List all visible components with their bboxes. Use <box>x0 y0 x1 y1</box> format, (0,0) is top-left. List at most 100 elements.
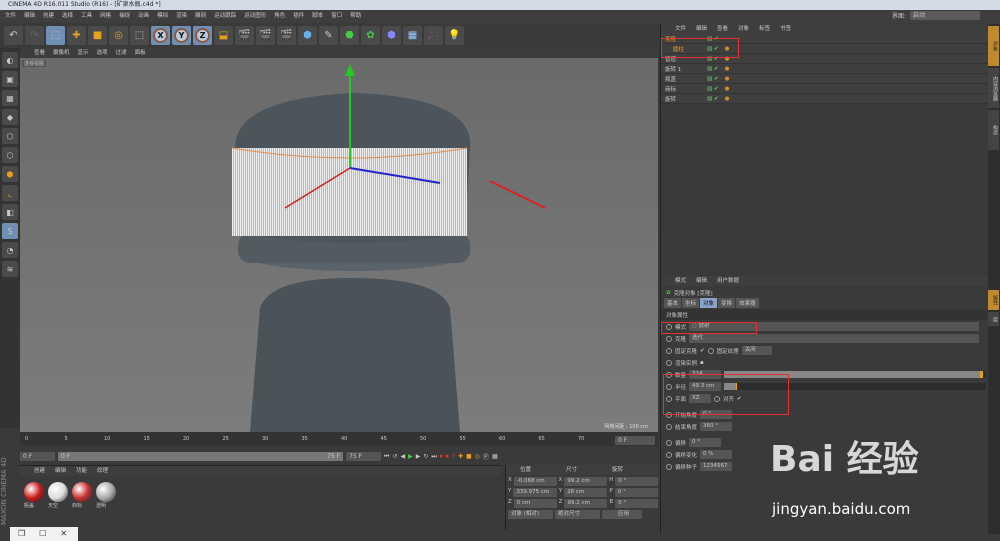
layout-selector[interactable]: 界面: 启动 <box>892 11 980 20</box>
undo-icon[interactable]: ↶ <box>4 26 23 45</box>
viewport-menu-item[interactable]: 面板 <box>135 48 146 58</box>
move-tool-icon[interactable]: ✚ <box>67 26 86 45</box>
coord-mode-dropdown[interactable]: 对象 (相对) <box>508 510 553 519</box>
material-tag-icon[interactable]: ● <box>725 66 730 72</box>
material-tag-icon[interactable]: ● <box>725 86 730 92</box>
render-view-icon[interactable]: 🎬 <box>235 26 254 45</box>
offset-var-input[interactable]: 0 % <box>700 450 733 459</box>
subdivision-icon[interactable]: ⬣ <box>340 26 359 45</box>
material-menu-item[interactable]: 功能 <box>76 466 87 476</box>
viewport-menu-item[interactable]: 查看 <box>34 48 45 58</box>
fix-texture-dropdown[interactable]: 关闭 <box>741 346 772 355</box>
y-axis-icon[interactable]: Y <box>172 26 191 45</box>
cube-icon[interactable]: ⬢ <box>298 26 317 45</box>
end-frame-field[interactable]: 75 F <box>346 452 381 461</box>
menu-item[interactable]: 网格 <box>100 10 111 23</box>
tweak-mode-icon[interactable]: ◧ <box>2 204 18 220</box>
material-swatch[interactable]: 瓶盖 <box>24 482 44 509</box>
coord-field[interactable]: 0 cm <box>513 499 557 508</box>
prev-key-icon[interactable]: ↺ <box>392 453 397 460</box>
material-swatch[interactable]: 透明 <box>96 482 116 509</box>
menu-item[interactable]: 动画 <box>138 10 149 23</box>
deformer-icon[interactable]: ⬢ <box>382 26 401 45</box>
object-name[interactable]: 瓶盖 <box>661 75 701 83</box>
maximize-icon[interactable]: ☐ <box>39 527 46 541</box>
anim-radio[interactable] <box>666 359 672 366</box>
polygons-mode-icon[interactable]: ⬢ <box>2 166 18 182</box>
record-icon[interactable]: ⏺ <box>440 453 443 461</box>
key-position-icon[interactable]: ✚ <box>458 453 463 460</box>
attributes-menu-item[interactable]: 模式 <box>675 276 686 286</box>
menu-item[interactable]: 创建 <box>43 10 54 23</box>
go-to-start-icon[interactable]: ⏮ <box>384 453 389 461</box>
menu-item[interactable]: 角色 <box>274 10 285 23</box>
side-tab-content-browser[interactable]: 内容浏览器 <box>988 68 999 108</box>
side-tab-layers[interactable]: 层 <box>988 312 999 326</box>
viewport-menu-item[interactable]: 过滤 <box>116 48 127 58</box>
coord-field[interactable]: 99.2 cm <box>564 499 608 508</box>
material-tag-icon[interactable]: ● <box>725 96 730 102</box>
side-tab-objects[interactable]: 对象 <box>988 26 999 66</box>
fix-clone-checkbox[interactable]: ✔ <box>700 348 705 354</box>
camera-icon[interactable]: 🎥 <box>424 26 443 45</box>
viewport[interactable]: 透视视图 网格间距 : 100 cm <box>20 58 658 432</box>
paint-icon[interactable]: ◔ <box>2 242 18 258</box>
side-tab-attributes[interactable]: 属性 <box>988 290 999 310</box>
visibility-check-icon[interactable]: ▨ ✔ <box>707 66 719 72</box>
anim-radio[interactable] <box>666 439 672 446</box>
coord-field[interactable]: 0 ° <box>615 499 659 508</box>
texture-mode-icon[interactable]: ▦ <box>2 90 18 106</box>
grid-icon[interactable]: ≋ <box>2 261 18 277</box>
apply-button[interactable]: 应用 <box>602 510 642 519</box>
select-tool-icon[interactable]: ⬚ <box>46 26 65 45</box>
snap-icon[interactable]: S <box>2 223 18 239</box>
model-mode-icon[interactable]: ▣ <box>2 71 18 87</box>
spline-pen-icon[interactable]: ✎ <box>319 26 338 45</box>
attribute-tab[interactable]: 效果器 <box>736 298 759 308</box>
outliner-row[interactable]: 旋转 ▨ ✔ ● <box>661 94 988 104</box>
outliner-row[interactable]: 商标 ▨ ✔ ● <box>661 84 988 94</box>
coord-field[interactable]: 99.2 cm <box>564 477 608 486</box>
viewport-menu-item[interactable]: 显示 <box>78 48 89 58</box>
mograph-icon[interactable]: ✿ <box>361 26 380 45</box>
render-settings-icon[interactable]: 🎬 <box>277 26 296 45</box>
recent-tool-icon[interactable]: ⬚ <box>130 26 149 45</box>
menu-item[interactable]: 雕刻 <box>195 10 206 23</box>
coordinate-system-icon[interactable]: ⬓ <box>214 26 233 45</box>
autokey-icon[interactable]: ⏺ <box>446 453 449 461</box>
outliner-menu-item[interactable]: 文件 <box>675 24 686 34</box>
anim-radio[interactable] <box>666 423 672 430</box>
visibility-check-icon[interactable]: ▨ ✔ <box>707 86 719 92</box>
outliner-row[interactable]: 旋转 1 ▨ ✔ ● <box>661 64 988 74</box>
edges-mode-icon[interactable]: ⬡ <box>2 147 18 163</box>
end-angle-input[interactable]: 360 ° <box>700 422 733 431</box>
layout-dropdown[interactable]: 启动 <box>910 11 980 20</box>
menu-item[interactable]: 捕捉 <box>119 10 130 23</box>
keyframe-selection-icon[interactable]: ? <box>452 453 455 460</box>
object-name[interactable]: 商标 <box>661 85 701 93</box>
attributes-menu-item[interactable]: 编辑 <box>696 276 707 286</box>
rotate-tool-icon[interactable]: ◎ <box>109 26 128 45</box>
outliner-menu-item[interactable]: 标签 <box>759 24 770 34</box>
attribute-tab[interactable]: 坐标 <box>682 298 700 308</box>
range-slider[interactable]: 0 F 75 F <box>58 452 343 461</box>
attribute-tab[interactable]: 变换 <box>718 298 736 308</box>
render-picture-viewer-icon[interactable]: 🎬 <box>256 26 275 45</box>
points-mode-icon[interactable]: ⬡ <box>2 128 18 144</box>
outliner-row[interactable]: 瓶盖 ▨ ✔ ● <box>661 74 988 84</box>
coord-field[interactable]: 0 ° <box>615 477 658 486</box>
play-icon[interactable]: ▶ <box>408 453 413 460</box>
offset-seed-input[interactable]: 1234567 <box>700 462 733 471</box>
outliner-menu-item[interactable]: 书签 <box>780 24 791 34</box>
coord-field[interactable]: 28 cm <box>564 488 608 497</box>
object-name[interactable]: 旋转 1 <box>661 65 701 73</box>
visibility-check-icon[interactable]: ▨ ✔ <box>707 76 719 82</box>
anim-radio[interactable] <box>666 451 672 458</box>
anim-radio[interactable] <box>666 463 672 470</box>
axis-mode-icon[interactable]: ⌞ <box>2 185 18 201</box>
outliner-menu-item[interactable]: 对象 <box>738 24 749 34</box>
current-frame-field[interactable]: 0 F <box>615 436 655 445</box>
key-pla-icon[interactable]: ▦ <box>492 453 498 460</box>
go-to-end-icon[interactable]: ⏭ <box>431 453 436 461</box>
menu-item[interactable]: 脚本 <box>312 10 323 23</box>
